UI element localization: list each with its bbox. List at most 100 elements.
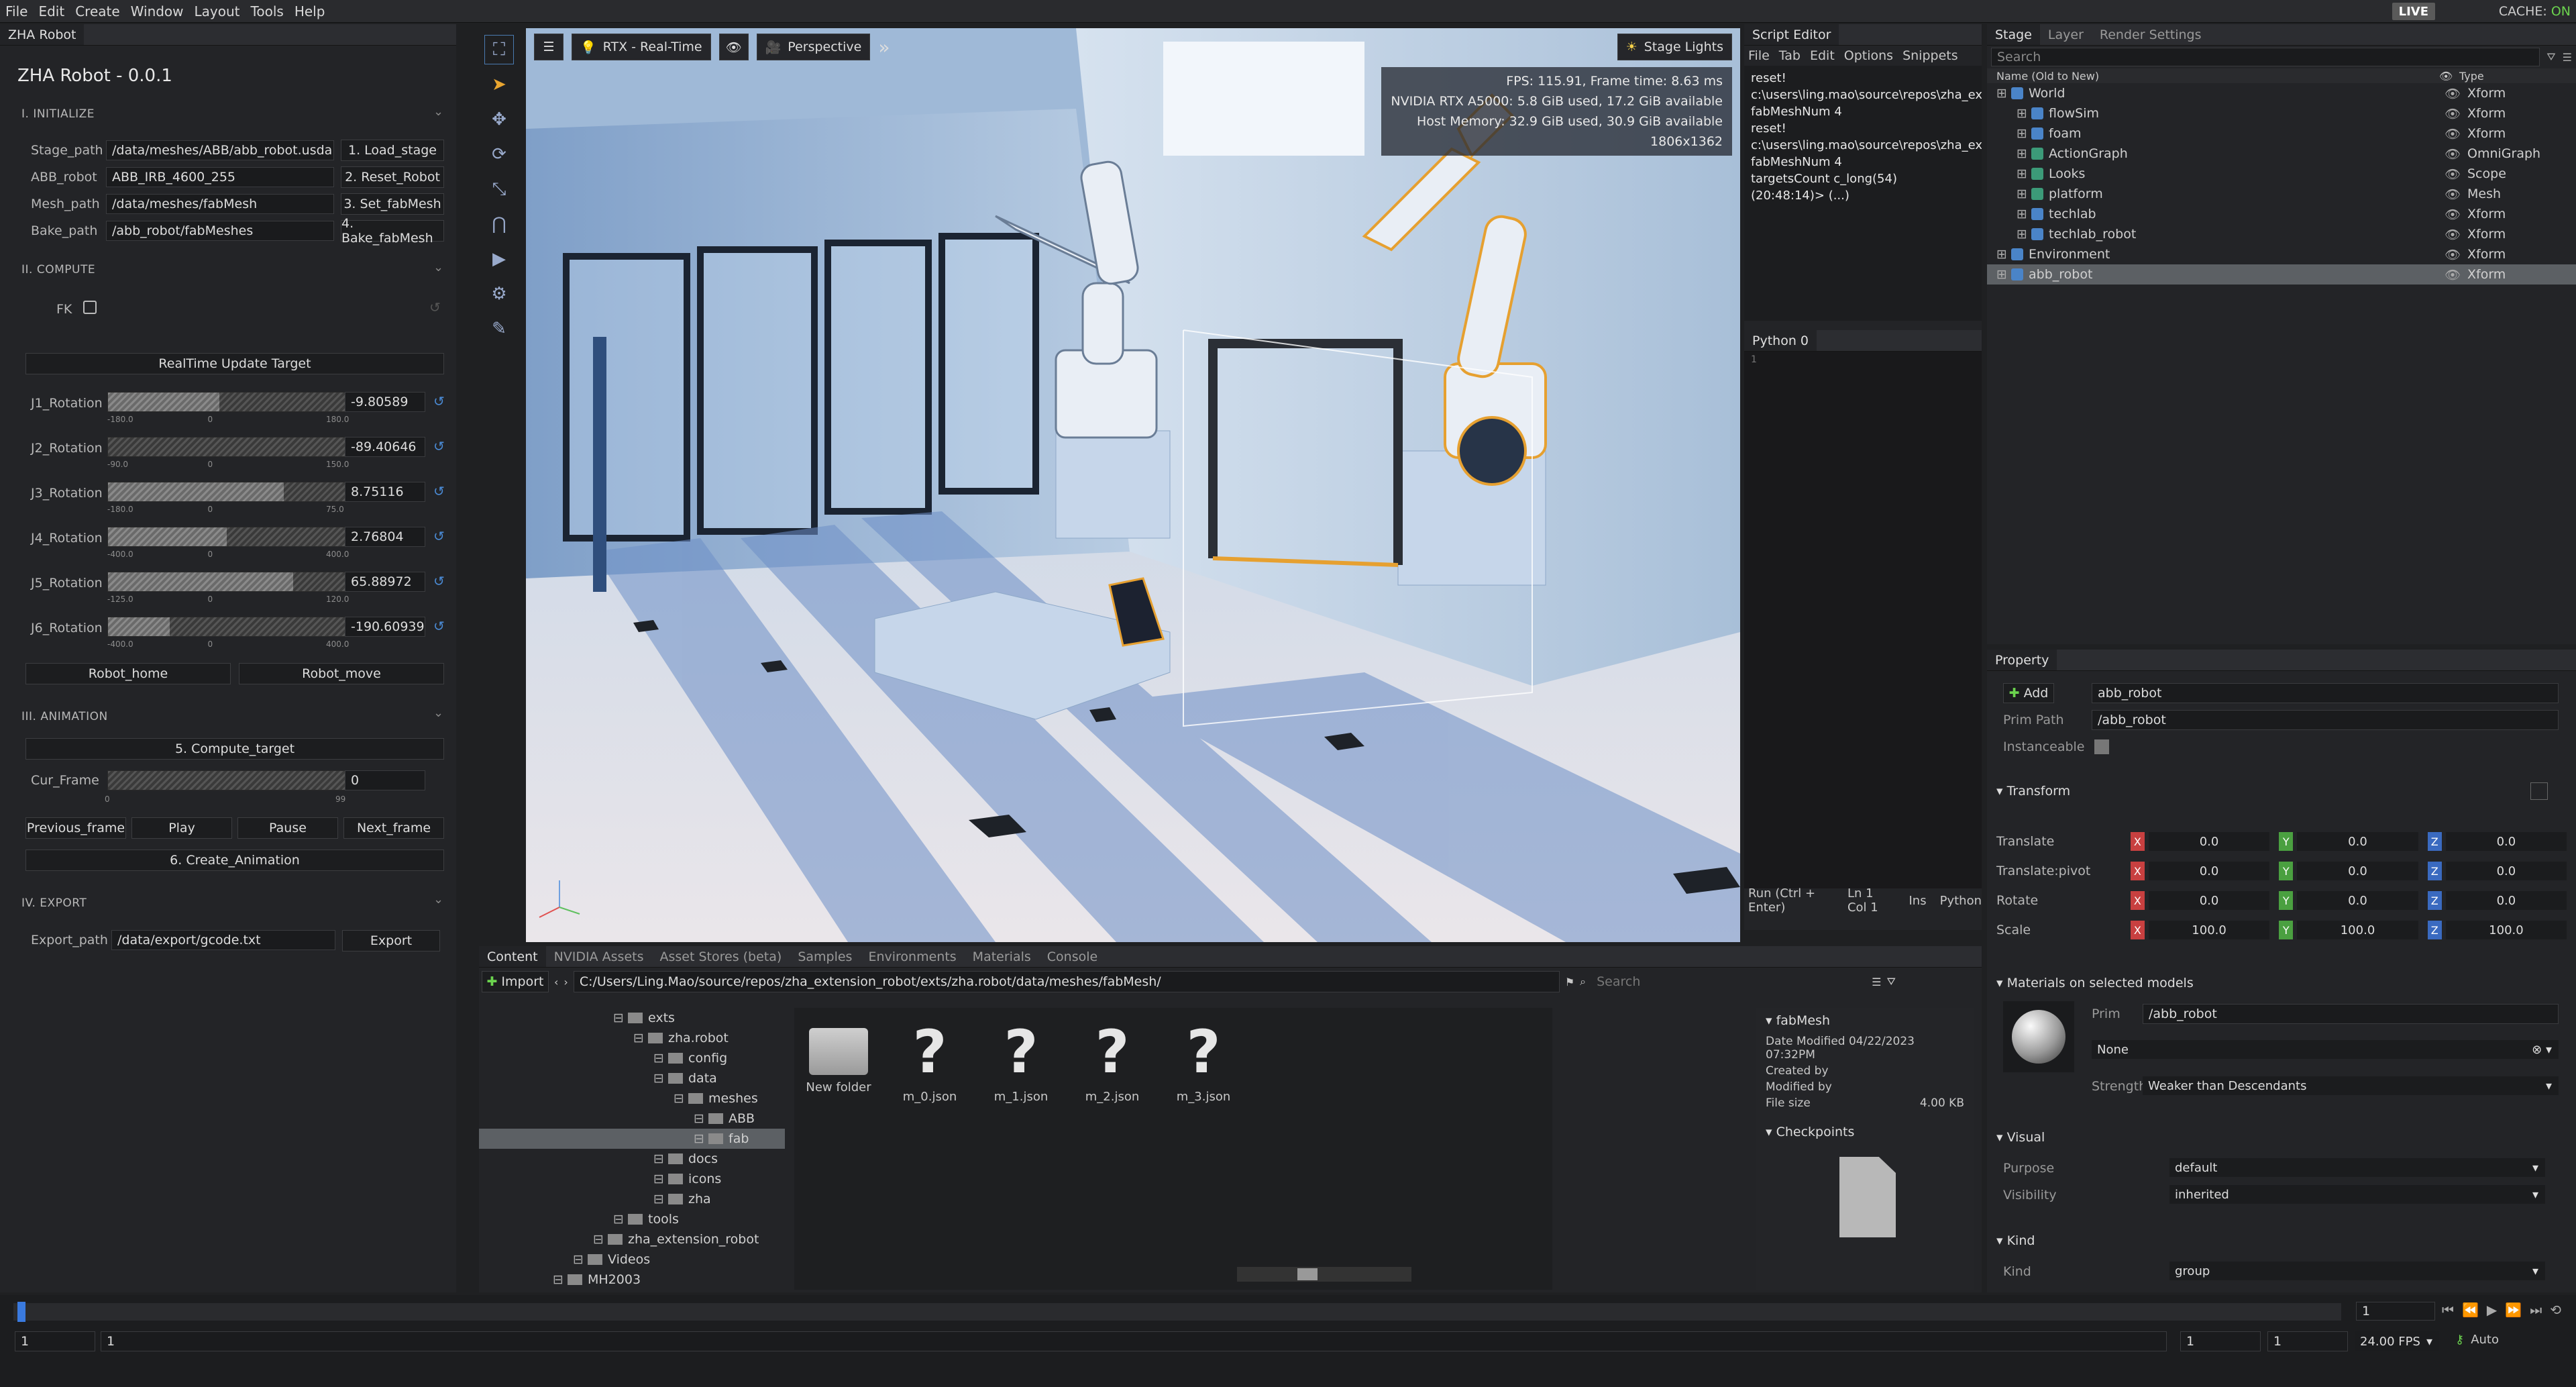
materials-header[interactable]: ▾ Materials on selected models bbox=[1996, 976, 2194, 990]
filter-icon[interactable]: ⛛ bbox=[1886, 975, 1895, 988]
menu-help[interactable]: Help bbox=[289, 3, 331, 19]
y-value-field[interactable]: 0.0 bbox=[2297, 862, 2418, 880]
chevron-down-icon[interactable]: ⌄ bbox=[433, 706, 443, 720]
set-fabmesh-button[interactable]: 3. Set_fabMesh bbox=[341, 193, 444, 215]
create-animation-button[interactable]: 6. Create_Animation bbox=[25, 850, 444, 871]
col-type[interactable]: Type bbox=[2459, 70, 2484, 83]
tab-property[interactable]: Property bbox=[1987, 650, 2057, 670]
renderer-button[interactable]: 💡 RTX - Real-Time bbox=[572, 34, 711, 60]
joint-slider[interactable] bbox=[107, 392, 346, 412]
expand-icon[interactable]: ⊞ bbox=[1996, 267, 2011, 282]
import-button[interactable]: ✚ Import bbox=[482, 971, 549, 992]
eye-icon[interactable]: 👁 bbox=[2445, 126, 2467, 142]
chevron-down-icon[interactable]: ⌄ bbox=[433, 260, 443, 274]
tab-python-0[interactable]: Python 0 bbox=[1744, 330, 1817, 351]
forward-icon[interactable]: › bbox=[564, 976, 568, 988]
stage-tree-row[interactable]: ⊞ techlab_robot 👁 Xform bbox=[1987, 224, 2576, 244]
clear-icon[interactable]: ⊗ ▾ bbox=[2532, 1043, 2552, 1057]
stage-tree-row[interactable]: ⊞ techlab 👁 Xform bbox=[1987, 204, 2576, 224]
fk-checkbox[interactable] bbox=[83, 301, 97, 314]
folder-tree-row[interactable]: ⊟ Videos bbox=[479, 1249, 785, 1270]
fps-dropdown[interactable]: 24.00 FPS ▾ bbox=[2355, 1331, 2439, 1351]
expand-icon[interactable]: ⊟ bbox=[694, 1131, 708, 1146]
tab-script-editor[interactable]: Script Editor bbox=[1744, 24, 1839, 45]
expand-icon[interactable]: ⊞ bbox=[2017, 207, 2031, 221]
tab-environments[interactable]: Environments bbox=[860, 946, 964, 967]
folder-tree-row[interactable]: ⊟ zha.robot bbox=[479, 1028, 785, 1048]
camera-button[interactable]: 🎥 Perspective bbox=[756, 34, 871, 60]
folder-tree-row[interactable]: ⊟ icons bbox=[479, 1169, 785, 1189]
code-editor[interactable]: 1 bbox=[1744, 352, 1982, 888]
back-icon[interactable]: ‹ bbox=[554, 976, 558, 988]
expand-icon[interactable]: ⊟ bbox=[633, 1031, 648, 1045]
tab-materials[interactable]: Materials bbox=[965, 946, 1039, 967]
prim-name-input[interactable]: abb_robot bbox=[2092, 683, 2559, 703]
z-value-field[interactable]: 100.0 bbox=[2445, 921, 2567, 939]
joint-slider[interactable] bbox=[107, 527, 346, 547]
expand-icon[interactable]: ⊟ bbox=[613, 1212, 628, 1227]
section-animation[interactable]: III. ANIMATION bbox=[21, 710, 108, 723]
search-icon[interactable]: ⌕ bbox=[1580, 975, 1586, 988]
eye-icon[interactable]: 👁 bbox=[2445, 247, 2467, 262]
folder-tree-row[interactable]: ⊟ meshes bbox=[479, 1088, 785, 1109]
folder-tree-row[interactable]: ⊟ fab bbox=[479, 1129, 785, 1149]
play-button[interactable]: Play bbox=[131, 817, 232, 839]
abb-robot-input[interactable]: ABB_IRB_4600_255 bbox=[106, 167, 334, 187]
tab-stage[interactable]: Stage bbox=[1987, 24, 2040, 45]
select-mode-icon[interactable]: ⛶ bbox=[484, 35, 514, 64]
transform-header[interactable]: ▾ Transform bbox=[1996, 784, 2070, 799]
expand-icon[interactable]: ⊟ bbox=[653, 1172, 668, 1186]
next-frame-button[interactable]: Next_frame bbox=[343, 817, 444, 839]
physics-icon[interactable]: ⚙ bbox=[484, 279, 514, 309]
file-item[interactable]: New folder bbox=[805, 1020, 872, 1094]
export-path-input[interactable]: /data/export/gcode.txt bbox=[111, 930, 335, 950]
expand-icon[interactable]: ⊟ bbox=[653, 1051, 668, 1066]
robot-move-button[interactable]: Robot_move bbox=[239, 663, 444, 684]
bake-path-input[interactable]: /abb_robot/fabMeshes bbox=[106, 221, 334, 241]
folder-tree-row[interactable]: ⊟ tools bbox=[479, 1209, 785, 1229]
filter-icon[interactable]: ⛛ bbox=[2546, 50, 2555, 64]
expand-icon[interactable]: ⊟ bbox=[674, 1091, 688, 1106]
play-icon[interactable]: ▶ bbox=[484, 244, 514, 274]
options-icon[interactable]: ☰ bbox=[2563, 51, 2572, 64]
bookmark-icon[interactable]: ⚑ bbox=[1565, 976, 1574, 988]
skip-start-icon[interactable]: ⏮ bbox=[2442, 1302, 2454, 1318]
folder-tree-row[interactable]: ⊟ zha_extension_robot bbox=[479, 1229, 785, 1249]
move-icon[interactable]: ✥ bbox=[484, 105, 514, 134]
reset-robot-button[interactable]: 2. Reset_Robot bbox=[341, 166, 444, 188]
expand-icon[interactable]: ⊟ bbox=[613, 1011, 628, 1025]
folder-tree-row[interactable]: ⊟ MH2003 bbox=[479, 1270, 785, 1290]
file-item[interactable]: ? m_0.json bbox=[896, 1020, 963, 1105]
strength-dropdown[interactable]: Weaker than Descendants ▾ bbox=[2143, 1076, 2559, 1095]
folder-tree-row[interactable]: ⊟ exts bbox=[479, 1008, 785, 1028]
joint-slider[interactable] bbox=[107, 617, 346, 637]
stage-tree-row[interactable]: ⊞ World 👁 Xform bbox=[1987, 83, 2576, 103]
stage-path-input[interactable]: /data/meshes/ABB/abb_robot.usda bbox=[106, 140, 334, 160]
purpose-dropdown[interactable]: default ▾ bbox=[2169, 1158, 2545, 1177]
expand-icon[interactable]: ⊟ bbox=[694, 1111, 708, 1126]
expand-icon[interactable]: ⊞ bbox=[2017, 166, 2031, 181]
x-value-field[interactable]: 0.0 bbox=[2149, 862, 2270, 880]
tab-zha-robot[interactable]: ZHA Robot bbox=[0, 24, 85, 45]
timeline-track[interactable] bbox=[13, 1303, 2341, 1321]
export-button[interactable]: Export bbox=[342, 930, 440, 952]
instanceable-checkbox[interactable] bbox=[2094, 739, 2109, 754]
folder-tree-row[interactable]: ⊟ data bbox=[479, 1068, 785, 1088]
file-item[interactable]: ? m_2.json bbox=[1079, 1020, 1146, 1105]
expand-icon[interactable]: ⊞ bbox=[2017, 227, 2031, 242]
load-stage-button[interactable]: 1. Load_stage bbox=[341, 140, 444, 161]
tab-asset-stores[interactable]: Asset Stores (beta) bbox=[652, 946, 790, 967]
tab-content[interactable]: Content bbox=[479, 946, 546, 967]
start-frame-field[interactable]: 1 bbox=[15, 1331, 95, 1351]
expand-icon[interactable]: ⊞ bbox=[2017, 187, 2031, 201]
prim-path-field[interactable]: /abb_robot bbox=[2092, 710, 2559, 730]
section-export[interactable]: IV. EXPORT bbox=[21, 896, 87, 910]
auto-key[interactable]: ⚷ Auto bbox=[2455, 1333, 2499, 1347]
section-compute[interactable]: II. COMPUTE bbox=[21, 263, 95, 276]
step-forward-icon[interactable]: ⏩ bbox=[2505, 1302, 2522, 1318]
bake-fabmesh-button[interactable]: 4. Bake_fabMesh bbox=[341, 216, 444, 246]
skip-end-icon[interactable]: ⏭ bbox=[2530, 1302, 2542, 1318]
x-value-field[interactable]: 0.0 bbox=[2149, 832, 2270, 851]
y-value-field[interactable]: 0.0 bbox=[2297, 891, 2418, 910]
eye-icon[interactable]: 👁 bbox=[2439, 70, 2459, 83]
